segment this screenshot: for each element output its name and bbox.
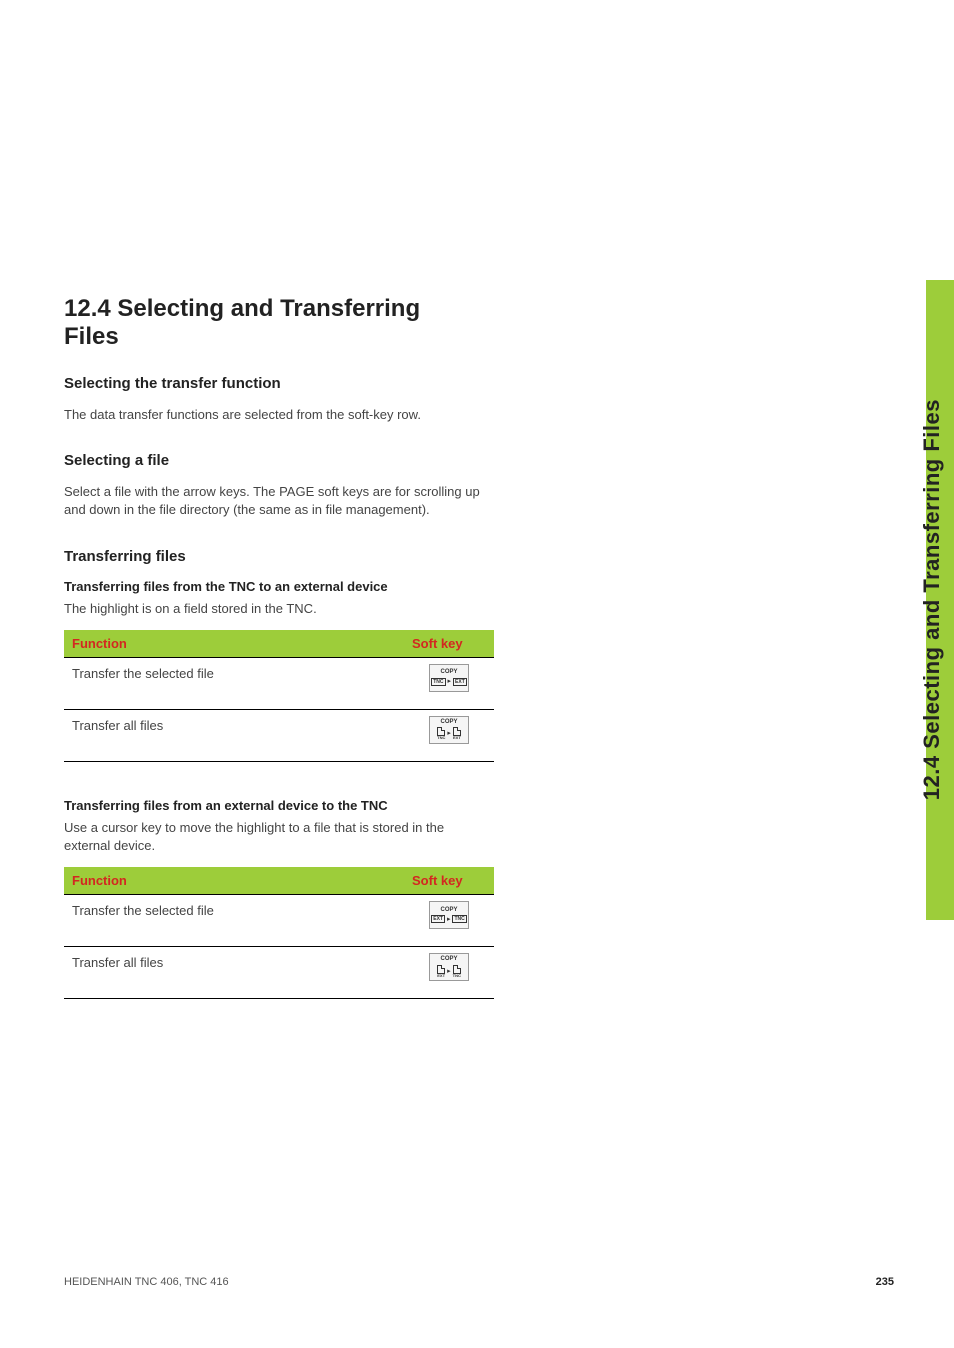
cell-function: Transfer all files	[64, 710, 404, 741]
cell-function: Transfer the selected file	[64, 895, 404, 926]
table-row: Transfer the selected file COPY EXT ▸ TN…	[64, 895, 494, 947]
group2-desc: Use a cursor key to move the highlight t…	[64, 819, 480, 855]
subheading-transfer-function: Selecting the transfer function	[64, 375, 480, 392]
doc-icon	[437, 727, 445, 736]
cell-softkey: COPY EXT ▸ TNC	[404, 895, 494, 935]
side-tab-text: 12.4 Selecting and Transferring Files	[919, 399, 945, 800]
group1-title: Transferring files from the TNC to an ex…	[64, 579, 480, 594]
copy-ext-to-tnc-icon: COPY EXT ▸ TNC	[429, 901, 469, 929]
cell-softkey: COPY EXT ▸ TNC	[404, 947, 494, 987]
cell-softkey: COPY TNC ▸ EXT	[404, 710, 494, 750]
group2-title: Transferring files from an external devi…	[64, 798, 480, 813]
doc-icon	[453, 965, 461, 974]
cell-softkey: COPY TNC ▸ EXT	[404, 658, 494, 698]
cell-function: Transfer all files	[64, 947, 404, 978]
table-ext-to-tnc: Function Soft key Transfer the selected …	[64, 867, 494, 999]
header-softkey: Soft key	[404, 630, 494, 657]
arrow-right-icon: ▸	[447, 916, 451, 924]
page-number: 235	[876, 1276, 894, 1288]
subheading-selecting-file: Selecting a file	[64, 452, 480, 469]
header-function: Function	[64, 867, 404, 894]
footer-left: HEIDENHAIN TNC 406, TNC 416	[64, 1276, 229, 1288]
table-row: Transfer all files COPY TNC ▸ EXT	[64, 710, 494, 762]
group1-desc: The highlight is on a field stored in th…	[64, 600, 480, 618]
side-tab: 12.4 Selecting and Transferring Files	[910, 280, 954, 920]
header-softkey: Soft key	[404, 867, 494, 894]
table-header-row: Function Soft key	[64, 867, 494, 895]
subheading-transferring-files: Transferring files	[64, 548, 480, 565]
doc-icon	[437, 965, 445, 974]
table-row: Transfer the selected file COPY TNC ▸ EX…	[64, 658, 494, 710]
arrow-right-icon: ▸	[447, 730, 451, 738]
arrow-right-icon: ▸	[448, 678, 452, 686]
body-transfer-function: The data transfer functions are selected…	[64, 406, 480, 424]
copy-tnc-to-ext-icon: COPY TNC ▸ EXT	[429, 664, 469, 692]
cell-function: Transfer the selected file	[64, 658, 404, 689]
header-function: Function	[64, 630, 404, 657]
table-row: Transfer all files COPY EXT ▸ TNC	[64, 947, 494, 999]
body-selecting-file: Select a file with the arrow keys. The P…	[64, 483, 480, 519]
copy-all-ext-to-tnc-icon: COPY EXT ▸ TNC	[429, 953, 469, 981]
arrow-right-icon: ▸	[447, 968, 451, 976]
footer: HEIDENHAIN TNC 406, TNC 416 235	[64, 1276, 894, 1288]
doc-icon	[453, 727, 461, 736]
table-tnc-to-ext: Function Soft key Transfer the selected …	[64, 630, 494, 762]
copy-all-tnc-to-ext-icon: COPY TNC ▸ EXT	[429, 716, 469, 744]
section-title: 12.4 Selecting and Transferring Files	[64, 295, 480, 351]
table-header-row: Function Soft key	[64, 630, 494, 658]
